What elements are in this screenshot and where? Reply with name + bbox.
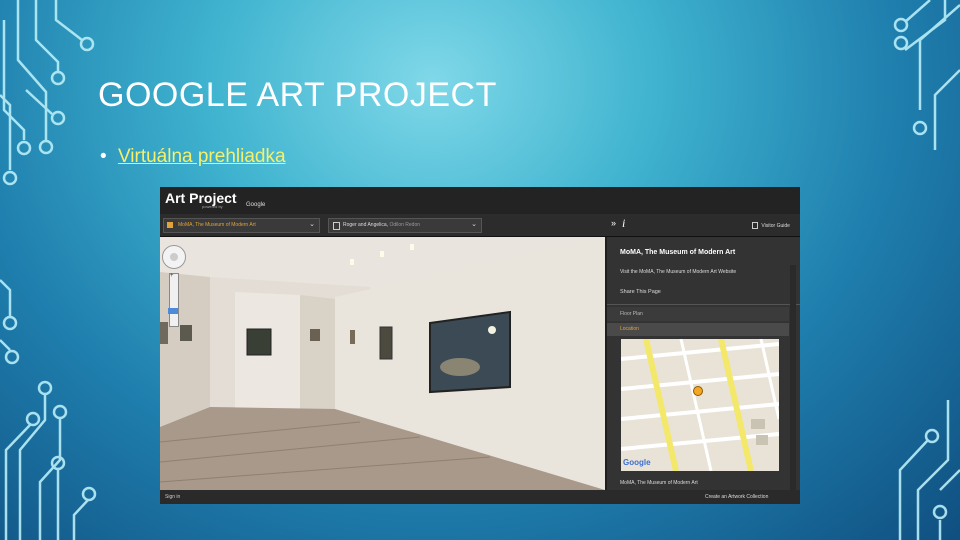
museum-icon xyxy=(167,222,173,228)
zoom-slider[interactable] xyxy=(169,273,179,327)
museum-website-link[interactable]: Visit the MoMA, The Museum of Modern Art… xyxy=(620,269,736,275)
artwork-title: Roger and Angelica, xyxy=(343,222,389,228)
floor-plan-toggle[interactable]: Floor Plan xyxy=(607,307,789,321)
artwork-dropdown-value: Roger and Angelica, Odilon Redon xyxy=(343,222,420,228)
bullet-dot: • xyxy=(100,146,107,167)
share-page-link[interactable]: Share This Page xyxy=(620,289,661,295)
map-streets xyxy=(621,339,779,471)
museum-dropdown-value: MoMA, The Museum of Modern Art xyxy=(178,222,256,228)
sign-in-link[interactable]: Sign in xyxy=(165,494,180,500)
powered-by-text: powered by xyxy=(202,204,223,209)
visitor-guide-label: Visitor Guide xyxy=(761,222,790,229)
artwork-icon xyxy=(333,222,340,230)
info-sidebar: MoMA, The Museum of Modern Art Visit the… xyxy=(607,237,800,490)
virtual-tour-link[interactable]: Virtuálna prehliadka xyxy=(118,146,286,167)
chevron-down-icon: ⌄ xyxy=(471,221,477,228)
artwork-artist: Odilon Redon xyxy=(389,222,421,228)
gallery-scene xyxy=(160,237,605,490)
app-header: Art Project powered by Google xyxy=(160,187,800,214)
pan-control[interactable] xyxy=(162,245,186,269)
gallery-street-view[interactable] xyxy=(160,237,605,490)
museum-dropdown[interactable]: MoMA, The Museum of Modern Art ⌄ xyxy=(163,218,320,233)
sidebar-scrollbar[interactable] xyxy=(790,265,796,490)
floor-plan-label: Floor Plan xyxy=(620,311,643,317)
map-zoom-controls[interactable] xyxy=(621,344,633,392)
divider xyxy=(607,304,800,305)
location-label: Location xyxy=(620,326,639,332)
app-title: Art Project xyxy=(165,190,237,206)
location-pin-icon[interactable] xyxy=(693,386,703,396)
zoom-level-indicator xyxy=(168,308,178,314)
google-logo: Google xyxy=(246,202,266,208)
map-google-logo: Google xyxy=(623,458,651,467)
location-map[interactable]: Google xyxy=(621,339,779,471)
visitor-guide-button[interactable]: Visitor Guide xyxy=(752,222,790,229)
location-toggle[interactable]: Location xyxy=(607,323,789,336)
sidebar-museum-name: MoMA, The Museum of Modern Art xyxy=(620,249,736,256)
sidebar-address: MoMA, The Museum of Modern Art xyxy=(620,480,698,486)
guide-icon xyxy=(752,222,758,229)
artwork-dropdown[interactable]: Roger and Angelica, Odilon Redon ⌄ xyxy=(328,218,482,233)
chevron-down-icon: ⌄ xyxy=(309,221,315,228)
create-collection-button[interactable]: Create an Artwork Collection xyxy=(705,494,768,500)
collapse-panel-icon[interactable]: » xyxy=(611,218,616,228)
zoom-in-icon[interactable]: + xyxy=(170,273,174,279)
app-footer: Sign in Create an Artwork Collection xyxy=(160,490,800,504)
info-icon[interactable]: i xyxy=(622,216,625,231)
bullet-item: • Virtuálna prehliadka xyxy=(100,146,286,168)
slide-title: GOOGLE ART PROJECT xyxy=(98,76,497,114)
art-project-screenshot: Art Project powered by Google MoMA, The … xyxy=(160,187,800,504)
